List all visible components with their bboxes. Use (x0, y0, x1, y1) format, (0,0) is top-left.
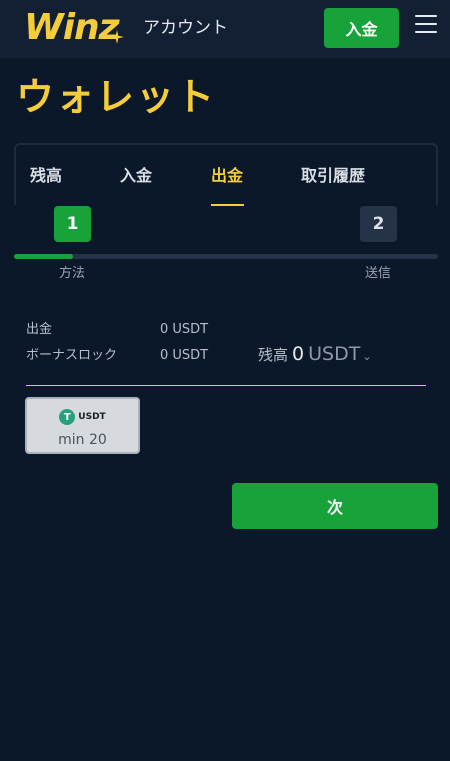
withdraw-amount-label: 出金 (26, 322, 53, 337)
balance-amount: 0 (292, 343, 305, 365)
tether-icon: T (59, 409, 76, 425)
hamburger-menu-icon[interactable] (415, 14, 437, 34)
top-header: Winz アカウント 入金 (0, 0, 450, 58)
active-tab-underline (211, 204, 244, 206)
coin-header: T USDT (27, 408, 138, 426)
coin-minimum: min 20 (58, 432, 107, 448)
next-button[interactable]: 次 (232, 483, 438, 529)
page-title: ウォレット (16, 75, 217, 119)
bonus-lock-value: 0 USDT (160, 348, 209, 363)
coin-name: USDT (78, 412, 106, 422)
balance-selector[interactable]: 残高 0 USDT ⌄ (258, 342, 372, 369)
sparkle-icon (110, 30, 124, 44)
step-1-badge: 1 (54, 206, 91, 242)
balance-label: 残高 (258, 346, 289, 364)
bonus-lock-label: ボーナスロック (26, 348, 118, 363)
tab-balance[interactable]: 残高 (30, 165, 62, 187)
step-2-label: 送信 (365, 266, 392, 281)
usdt-method-card[interactable]: T USDT min 20 (25, 397, 140, 454)
tab-deposit[interactable]: 入金 (120, 165, 152, 187)
step-progress-fill (14, 254, 74, 259)
balance-currency: USDT (308, 343, 361, 365)
account-link[interactable]: アカウント (143, 16, 228, 40)
wallet-tabs: 残高 入金 出金 取引履歴 (14, 143, 438, 206)
step-progress-track (14, 254, 438, 259)
withdraw-amount-value: 0 USDT (160, 322, 209, 337)
deposit-button[interactable]: 入金 (324, 8, 399, 48)
tab-transaction-history[interactable]: 取引履歴 (301, 165, 365, 187)
winz-logo[interactable]: Winz (24, 6, 120, 50)
step-2-badge: 2 (360, 206, 397, 242)
chevron-down-icon[interactable]: ⌄ (362, 350, 371, 363)
step-1-label: 方法 (59, 266, 86, 281)
balance-divider (26, 385, 426, 386)
tab-withdraw[interactable]: 出金 (211, 165, 243, 187)
